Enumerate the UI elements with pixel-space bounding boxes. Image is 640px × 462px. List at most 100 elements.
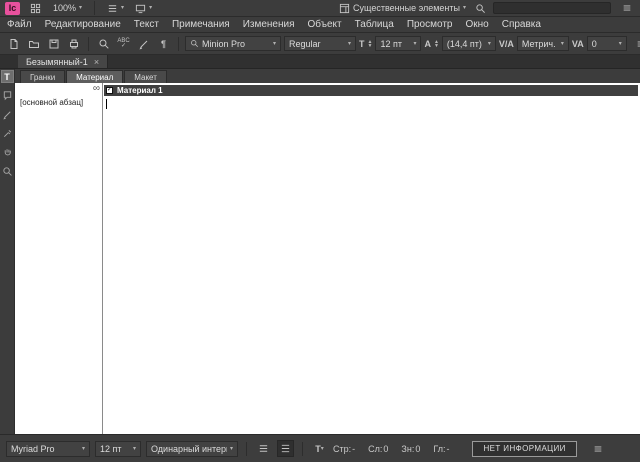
font-style-select[interactable]: Regular ▾ (284, 36, 356, 51)
spellcheck-button[interactable]: ABC ✓ (115, 35, 132, 52)
document-tab-title: Безымянный-1 (26, 56, 88, 67)
type-tool[interactable]: T (0, 70, 14, 83)
chevron-down-icon: ▾ (618, 40, 622, 47)
open-folder-icon (28, 40, 39, 48)
view-options-button[interactable]: ▾ (105, 1, 126, 16)
tab-layout[interactable]: Макет (124, 70, 167, 83)
stat-characters: Зн: 0 (401, 443, 421, 454)
single-spacing-icon (259, 445, 268, 452)
font-size-icon: T (359, 38, 365, 49)
leading-stepper[interactable]: ▲ ▼ (434, 39, 439, 48)
close-icon[interactable]: × (94, 57, 99, 67)
leading-select[interactable]: (14,4 пт) ▾ (441, 36, 496, 51)
tab-galley[interactable]: Гранки (20, 70, 66, 83)
document-tab[interactable]: Безымянный-1 × (18, 55, 109, 68)
status-font-size-select[interactable]: 12 пт ▾ (95, 440, 141, 457)
find-change-button[interactable] (95, 35, 112, 52)
chevron-down-icon: ▾ (121, 5, 125, 11)
workspace-switcher[interactable]: Существенные элементы ▾ (337, 1, 468, 16)
menu-bar: Файл Редактирование Текст Примечания Изм… (0, 17, 640, 33)
tracking-select[interactable]: 0 ▾ (586, 36, 627, 51)
double-spacing-icon (281, 444, 290, 453)
zoom-level-select[interactable]: 100% ▾ (51, 1, 84, 16)
note-icon (3, 91, 11, 101)
track-changes-button[interactable] (135, 35, 152, 52)
story-collapse-checkbox[interactable]: ✓ (106, 87, 113, 94)
app-grid-button[interactable] (27, 0, 44, 17)
chevron-down-icon: ▾ (149, 5, 153, 11)
open-button[interactable] (25, 35, 42, 52)
paragraph-style-column: ∞ [основной абзац] (15, 83, 103, 434)
note-tool[interactable] (1, 89, 14, 102)
eyedropper-tool[interactable] (1, 127, 14, 140)
leading-icon: A (424, 38, 431, 49)
menu-track-changes[interactable]: Изменения (243, 19, 295, 30)
chevron-down-icon: ▾ (81, 445, 85, 452)
document-tab-bar: Безымянный-1 × (0, 55, 640, 69)
app-grid-icon (30, 3, 41, 13)
overset-depth-marker: ∞ (92, 83, 100, 94)
kerning-icon: V/A (498, 38, 514, 49)
print-button[interactable] (65, 35, 82, 52)
menu-object[interactable]: Объект (308, 19, 342, 30)
track-changes-tool[interactable] (1, 108, 14, 121)
show-hidden-characters-button[interactable]: ¶ (155, 35, 172, 52)
chevron-down-icon: ▾ (560, 40, 564, 47)
tracking-value: 0 (591, 38, 597, 49)
font-size-stepper[interactable]: ▲ ▼ (368, 39, 373, 48)
tab-story[interactable]: Материал (66, 70, 124, 83)
font-family-select[interactable]: Minion Pro ▾ (185, 36, 281, 51)
screen-mode-button[interactable]: ▾ (133, 1, 154, 16)
tools-panel: T (0, 69, 15, 434)
paragraph-style-label[interactable]: [основной абзац] (20, 98, 83, 107)
single-spacing-button[interactable] (255, 440, 272, 457)
menu-icon (594, 446, 602, 451)
incopy-logo: Ic (5, 1, 20, 15)
text-cursor (106, 99, 107, 109)
leading-value: (14,4 пт) (446, 38, 482, 49)
menu-icon (623, 5, 630, 11)
divider (178, 36, 179, 51)
app-bar-menu-button[interactable] (618, 0, 635, 17)
save-button[interactable] (45, 35, 62, 52)
search-icon (476, 3, 485, 13)
divider (94, 1, 96, 15)
status-font-family-select[interactable]: Myriad Pro ▾ (6, 440, 90, 457)
zoom-tool[interactable] (1, 165, 14, 178)
double-spacing-button[interactable] (277, 440, 294, 457)
no-information-button[interactable]: НЕТ ИНФОРМАЦИИ (472, 440, 577, 457)
new-document-button[interactable] (5, 35, 22, 52)
menu-edit[interactable]: Редактирование (45, 19, 121, 30)
hand-tool[interactable] (1, 146, 14, 159)
kerning-value: Метрич. (521, 38, 556, 49)
menu-help[interactable]: Справка (502, 19, 541, 30)
spellcheck-icon: ABC ✓ (117, 37, 130, 49)
chevron-down-icon: ▾ (320, 445, 324, 452)
menu-table[interactable]: Таблица (355, 19, 394, 30)
copyfit-button[interactable]: Т ▾ (311, 440, 328, 457)
pencil-icon (139, 40, 147, 49)
line-spacing-select[interactable]: Одинарный интервал ▾ (146, 440, 238, 457)
search-input[interactable] (493, 2, 611, 14)
menu-view[interactable]: Просмотр (407, 19, 453, 30)
workspace-icon (339, 3, 350, 13)
status-bar-menu-button[interactable] (590, 440, 607, 457)
chevron-down-icon: ▾ (132, 445, 136, 452)
pilcrow-icon: ¶ (160, 38, 166, 49)
story-title: Материал 1 (117, 86, 163, 95)
control-toolbar: ABC ✓ ¶ Minion Pro ▾ Regular ▾ T ▲ ▼ 12 пт… (0, 33, 640, 55)
menu-file[interactable]: Файл (7, 19, 32, 30)
story-text-area[interactable]: ✓ Материал 1 (103, 83, 640, 434)
control-panel-menu-button[interactable] (633, 35, 640, 52)
kerning-select[interactable]: Метрич. ▾ (516, 36, 569, 51)
status-bar: Myriad Pro ▾ 12 пт ▾ Одинарный интервал … (0, 434, 640, 462)
menu-notes[interactable]: Примечания (172, 19, 230, 30)
view-options-icon (108, 4, 117, 12)
chevron-down-icon: ▾ (413, 40, 417, 47)
font-size-select[interactable]: 12 пт ▾ (375, 36, 422, 51)
eyedropper-icon (3, 129, 11, 138)
menu-type[interactable]: Текст (134, 19, 159, 30)
save-icon (49, 39, 58, 48)
menu-window[interactable]: Окно (465, 19, 488, 30)
hand-icon (4, 149, 11, 156)
